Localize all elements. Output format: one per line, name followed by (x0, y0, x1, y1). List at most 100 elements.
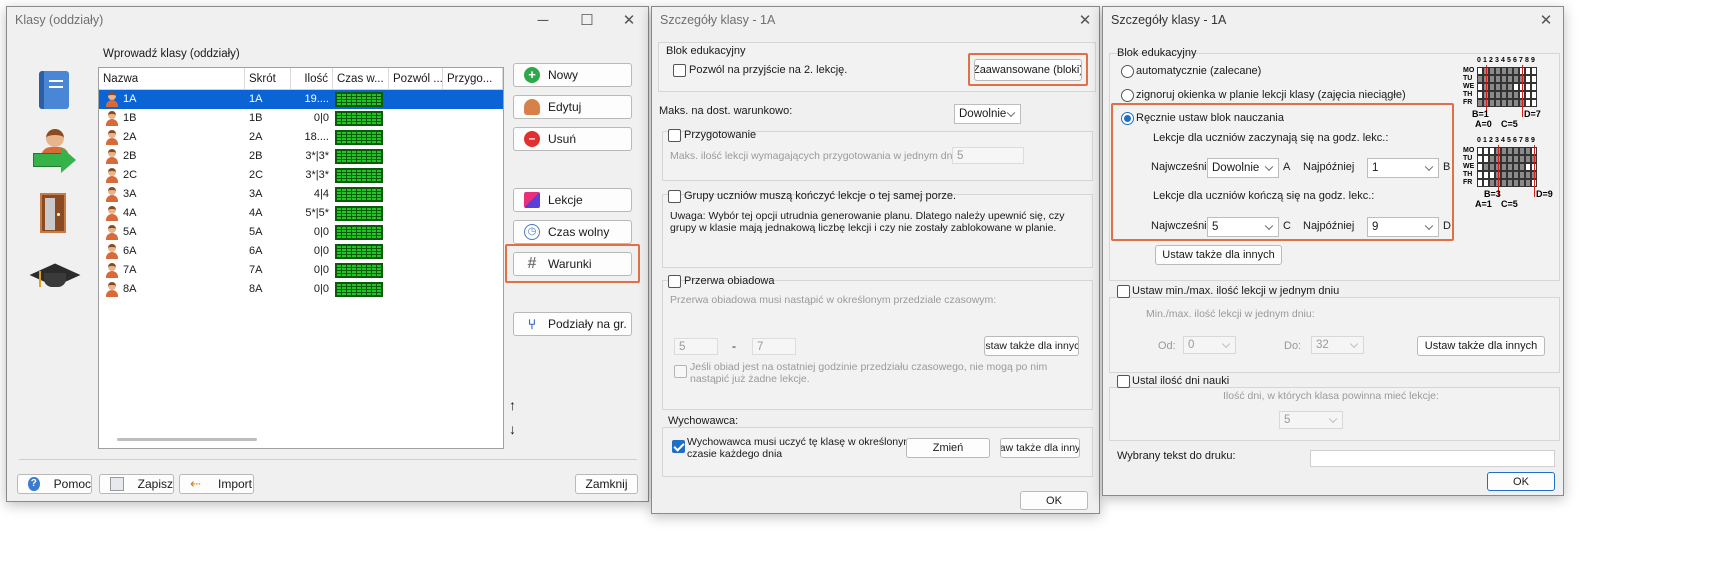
table-row[interactable]: 2B 2B 3*|3* (99, 147, 503, 166)
lunch-set-others-button[interactable]: Ustaw także dla innych (984, 336, 1079, 356)
table-row[interactable]: 4A 4A 5*|5* (99, 204, 503, 223)
table-row[interactable]: 7A 7A 0|0 (99, 261, 503, 280)
minus-icon: – (524, 131, 540, 147)
close-button[interactable]: ✕ (1529, 7, 1563, 35)
teacher-label-line-1: Wychowawca musi uczyć tę klasę w określo… (687, 436, 913, 448)
close-button[interactable]: ✕ (1068, 7, 1102, 35)
days-select[interactable]: 5 (1279, 411, 1343, 429)
edit-user-icon (524, 99, 540, 115)
table-row[interactable]: 5A 5A 0|0 (99, 223, 503, 242)
close-dialog-button[interactable]: Zamknij (575, 474, 638, 494)
time-grid-cell (335, 92, 383, 107)
col-header-time[interactable]: Czas w... (333, 68, 389, 90)
teacher-set-others-button[interactable]: aw także dla inny (1000, 438, 1080, 458)
preparation-input[interactable]: 5 (952, 147, 1024, 164)
cell-name: 3A (123, 188, 137, 200)
move-up-arrow[interactable]: ↑ (509, 397, 516, 413)
day-label: MO (1463, 67, 1475, 74)
col-header-allow[interactable]: Pozwól ... (389, 68, 443, 90)
table-row[interactable]: 8A 8A 0|0 (99, 280, 503, 299)
time-grid-cell (335, 206, 383, 221)
allow-2nd-lesson-label: Pozwól na przyjście na 2. lekcję. (689, 64, 848, 76)
day-label: TU (1463, 75, 1473, 82)
ok-button[interactable]: OK (1487, 472, 1555, 491)
book-icon[interactable] (39, 71, 69, 109)
minmax-set-others-button[interactable]: Ustaw także dla innych (1417, 336, 1545, 356)
col-header-short[interactable]: Skrót (245, 68, 291, 90)
day-label: FR (1463, 99, 1473, 106)
teacher-checkbox[interactable] (672, 440, 685, 453)
free-time-button[interactable]: ◷ Czas wolny (513, 220, 632, 244)
close-button[interactable]: ✕ (607, 7, 651, 35)
lunch-break-label: Przerwa obiadowa (684, 275, 775, 287)
new-button[interactable]: + Nowy (513, 63, 632, 87)
door-icon[interactable] (40, 193, 66, 233)
plus-icon: + (524, 67, 540, 83)
groups-end-checkbox[interactable] (668, 190, 681, 203)
help-button[interactable]: ? Pomoc (17, 474, 92, 494)
student-icon (105, 111, 119, 126)
to-select[interactable]: 32 (1311, 336, 1364, 354)
student-arrow-icon[interactable] (33, 129, 77, 175)
lunch-note-line-1: Jeśli obiad jest na ostatniej godzinie p… (690, 361, 1048, 373)
cell-name: 6A (123, 245, 137, 257)
col-header-qty[interactable]: Ilość (291, 68, 333, 90)
cell-name: 7A (123, 264, 137, 276)
student-icon (105, 282, 119, 297)
window-title: Szczegóły klasy - 1A (1111, 13, 1227, 27)
table-row[interactable]: 2C 2C 3*|3* (99, 166, 503, 185)
minmax-label: Ustaw min./max. ilość lekcji w jednym dn… (1132, 285, 1340, 297)
lunch-break-checkbox[interactable] (668, 275, 681, 288)
cell-short: 5A (249, 226, 263, 238)
minimize-button[interactable]: ─ (521, 7, 565, 35)
table-row[interactable]: 1B 1B 0|0 (99, 109, 503, 128)
classes-table[interactable]: Nazwa Skrót Ilość Czas w... Pozwól ... P… (98, 67, 504, 449)
auto-radio[interactable] (1121, 65, 1134, 78)
ignore-gaps-radio[interactable] (1121, 89, 1134, 102)
diagram-b-label: B=1 (1472, 109, 1489, 119)
cell-name: 2B (123, 150, 137, 162)
auto-label: automatycznie (zalecane) (1136, 65, 1262, 77)
allow-2nd-lesson-checkbox[interactable] (673, 64, 686, 77)
graduation-cap-icon[interactable] (29, 255, 81, 295)
set-others-button[interactable]: Ustaw także dla innych (1155, 245, 1282, 265)
days-checkbox[interactable] (1117, 375, 1130, 388)
maximize-button[interactable]: ☐ (565, 7, 609, 35)
from-select[interactable]: 0 (1183, 336, 1236, 354)
col-header-name[interactable]: Nazwa (99, 68, 245, 90)
table-row[interactable]: 1A 1A 19.... (99, 90, 503, 109)
diagram-c-label: C=5 (1501, 199, 1518, 209)
help-icon: ? (28, 477, 40, 491)
lessons-button[interactable]: Lekcje (513, 188, 632, 212)
lunch-to-input[interactable]: 7 (752, 338, 796, 355)
max-conditional-select[interactable]: Dowolnie (954, 104, 1021, 124)
lunch-last-hour-checkbox[interactable] (674, 365, 687, 378)
groups-note-line-2: grupy w klasie mają jednakową liczbę lek… (670, 222, 1057, 234)
print-text-input[interactable] (1310, 450, 1555, 467)
change-button[interactable]: Zmień (906, 438, 990, 458)
table-row[interactable]: 6A 6A 0|0 (99, 242, 503, 261)
cell-qty: 3*|3* (305, 150, 329, 162)
hour-digit: 1 (1483, 137, 1487, 144)
table-row[interactable]: 2A 2A 18.... (99, 128, 503, 147)
table-row[interactable]: 3A 3A 4|4 (99, 185, 503, 204)
col-header-prep[interactable]: Przygo... (443, 68, 503, 90)
divisions-button[interactable]: ⑂ Podziały na gr. (513, 312, 632, 336)
lunch-break-description: Przerwa obiadowa musi nastąpić w określo… (670, 294, 997, 306)
edit-button[interactable]: Edytuj (513, 95, 632, 119)
minmax-checkbox[interactable] (1117, 285, 1130, 298)
block-diagram-bottom: 0 1 2 3 4 5 6 7 8 9 MO TU WE TH FR B=3 D=9 A=1 C=5 (1463, 137, 1553, 213)
day-label: MO (1463, 147, 1475, 154)
horizontal-scrollbar[interactable] (117, 438, 257, 441)
save-button[interactable]: Zapisz (99, 474, 174, 494)
delete-button[interactable]: – Usuń (513, 127, 632, 151)
student-icon (105, 187, 119, 202)
diagram-d-label: D=7 (1524, 109, 1541, 119)
import-button[interactable]: ⇠ Import (179, 474, 254, 494)
cell-qty: 5*|5* (305, 207, 329, 219)
day-label: FR (1463, 179, 1473, 186)
lunch-from-input[interactable]: 5 (674, 338, 718, 355)
ok-button[interactable]: OK (1020, 491, 1088, 510)
move-down-arrow[interactable]: ↓ (509, 421, 516, 437)
preparation-checkbox[interactable] (668, 129, 681, 142)
